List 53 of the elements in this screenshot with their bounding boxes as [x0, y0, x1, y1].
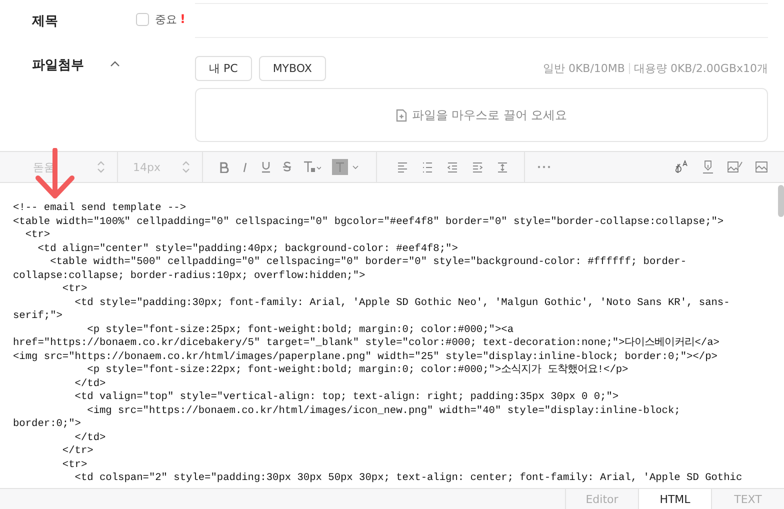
character-icon[interactable]	[674, 160, 689, 174]
code-line: border:0;">	[13, 418, 82, 432]
strikethrough-icon[interactable]	[282, 161, 292, 173]
text-style-icon[interactable]	[303, 161, 321, 173]
line-height-icon[interactable]	[497, 162, 508, 172]
code-line: <img src="https://bonaem.co.kr/html/images/paperplane.png" width="25" style="display:inline-block; border:0;"></p>	[13, 350, 718, 364]
bold-icon[interactable]	[219, 162, 229, 172]
image-edit-icon[interactable]	[727, 160, 743, 174]
drop-hint: 파일을 마우스로 끌어 오세요	[412, 106, 568, 124]
up-down-icon[interactable]	[97, 160, 105, 174]
upload-button[interactable]: MYBOX	[258, 56, 326, 81]
background-color-icon[interactable]	[332, 159, 360, 175]
code-line: <p style="font-size:25px; font-weight:bold; margin:0; color:#000;"><a	[86, 324, 515, 337]
important-checkbox[interactable]	[136, 13, 149, 26]
size-select[interactable]: 14px	[133, 160, 160, 174]
caret-up-icon[interactable]	[110, 61, 120, 67]
pen-icon[interactable]	[701, 160, 715, 174]
quota-text: 일반 0KB/10MB 대용량 0KB/2.00GBx10개	[542, 61, 768, 76]
code-line: </tr>	[61, 445, 94, 458]
important-label: 중요	[155, 12, 177, 27]
code-line: <td valign="top" style="vertical-align: top; text-align: right; padding:35px 30px 0 0;">	[74, 391, 620, 404]
mode-tab[interactable]: HTML	[638, 489, 711, 509]
code-line: </td>	[74, 432, 107, 445]
subject-label: 제목	[31, 13, 58, 30]
indent-icon[interactable]	[472, 162, 483, 172]
code-line: <!-- email send template -->	[13, 202, 188, 216]
outdent-icon[interactable]	[447, 162, 458, 172]
upload-button[interactable]: 내 PC	[195, 56, 252, 81]
bulleted-list-icon[interactable]	[422, 162, 433, 172]
code-line: serif;">	[13, 310, 64, 324]
code-line: href="https://bonaem.co.kr/dicebakery/5" target="_blank" style="color:#000; text-decoration:none;">다이스베이커리</a>	[13, 337, 720, 350]
align-left-icon[interactable]	[397, 162, 408, 172]
drop-zone[interactable]: 파일을 마우스로 끌어 오세요	[195, 88, 768, 142]
code-line: collapse:collapse; border-radius:10px; overflow:hidden;">	[13, 270, 366, 283]
file-plus-icon	[396, 108, 407, 122]
scrollbar-thumb[interactable]	[778, 185, 784, 217]
code-line: <table width="100%" cellpadding="0" cellspacing="0" bgcolor="#eef4f8" border="0" style="border-collapse:collapse;">	[13, 216, 725, 229]
code-line: <tr>	[24, 229, 52, 242]
code-line: <table width="500" cellpadding="0" cellspacing="0" border="0" style="background-color: #ffffff; border-	[49, 256, 688, 270]
image-icon[interactable]	[755, 161, 768, 173]
code-line: <img src="https://bonaem.co.kr/html/images/icon_new.png" width="40" style="display:inline-block;	[86, 404, 682, 418]
more-icon[interactable]	[537, 165, 551, 169]
code-line: <td align="center" style="padding:40px; background-color: #eef4f8;">	[36, 242, 459, 256]
important-mark: !	[180, 12, 186, 26]
underline-icon[interactable]	[261, 161, 271, 173]
code-line: <td style="padding:30px; font-family: Arial, 'Apple SD Gothic Neo', 'Malgun Gothic', 'Noto Sans KR', sans-	[74, 296, 731, 310]
code-line: <p style="font-size:22px; font-weight:bold; margin:0; color:#000;">소식지가 도착했어요!</p>	[86, 364, 630, 378]
code-line: </td>	[74, 378, 107, 391]
code-line: <tr>	[61, 283, 88, 296]
code-line: <tr>	[61, 458, 88, 472]
up-down-icon[interactable]	[182, 160, 190, 174]
attachment-label: 파일첨부	[31, 57, 84, 74]
code-line: <td colspan="2" style="padding:30px 30px 50px 30px; text-align: center; font-family: Arial, 'Apple SD Gothic	[74, 472, 744, 486]
